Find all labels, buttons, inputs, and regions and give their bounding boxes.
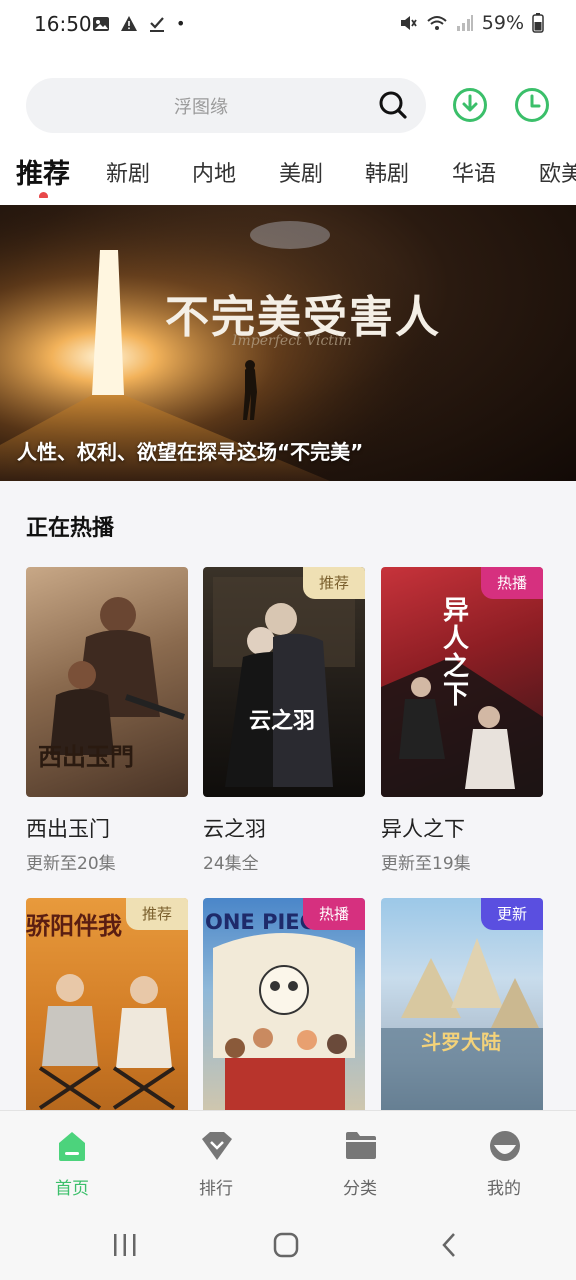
recommend-badge: 推荐 xyxy=(303,567,365,599)
home-icon xyxy=(59,1132,85,1161)
show-episodes: 更新至19集 xyxy=(381,854,471,874)
history-icon[interactable] xyxy=(514,87,550,123)
active-tab-indicator xyxy=(39,192,48,198)
show-episodes: 更新至20集 xyxy=(26,854,116,874)
back-icon[interactable] xyxy=(440,1232,458,1258)
tab-western[interactable]: 欧美 xyxy=(539,156,576,188)
home-button-icon[interactable] xyxy=(273,1232,299,1258)
featured-banner[interactable]: 不完美受害人 Imperfect Victim 人性、权利、欲望在探寻这场“不完… xyxy=(0,205,576,481)
profile-icon xyxy=(490,1131,520,1161)
search-placeholder: 浮图缘 xyxy=(174,97,228,118)
nav-home[interactable]: 首页 xyxy=(22,1111,122,1209)
nav-ranking-label: 排行 xyxy=(199,1179,233,1199)
tab-mainland[interactable]: 内地 xyxy=(192,156,236,188)
show-title: 异人之下 xyxy=(381,817,465,841)
top-area: 浮图缘 推荐 新剧 内地 美剧 韩剧 华语 欧美 xyxy=(0,50,576,205)
folder-icon xyxy=(346,1132,376,1159)
nav-home-label: 首页 xyxy=(55,1179,89,1199)
battery-percent: 59% xyxy=(481,12,524,34)
download-icon[interactable] xyxy=(452,87,488,123)
status-bar: 16:50 • 59% xyxy=(0,0,576,50)
show-poster: 西出玉門 xyxy=(26,567,188,797)
status-time: 16:50 xyxy=(34,12,92,36)
nav-profile[interactable]: 我的 xyxy=(454,1111,554,1209)
search-box[interactable]: 浮图缘 xyxy=(26,78,426,133)
hot-badge: 热播 xyxy=(481,567,543,599)
show-poster: ONE PIECE 热播 xyxy=(203,898,365,1128)
search-icon[interactable] xyxy=(378,90,408,120)
banner-subtitle: Imperfect Victim xyxy=(232,333,352,349)
banner-caption: 人性、权利、欲望在探寻这场“不完美” xyxy=(17,440,364,464)
bottom-nav: 首页 排行 分类 我的 xyxy=(0,1110,576,1208)
checkmark-icon xyxy=(150,16,164,32)
tab-us[interactable]: 美剧 xyxy=(279,156,323,188)
status-notification-icons: • xyxy=(92,14,185,33)
section-title: 正在热播 xyxy=(26,516,115,541)
recent-apps-icon[interactable] xyxy=(112,1233,138,1257)
poster-title: 云之羽 xyxy=(249,708,316,734)
status-dot: • xyxy=(176,14,186,33)
nav-category[interactable]: 分类 xyxy=(310,1111,410,1209)
new-badge: 更新 xyxy=(481,898,543,930)
tab-new[interactable]: 新剧 xyxy=(106,156,150,188)
tab-chinese[interactable]: 华语 xyxy=(452,156,496,188)
signal-icon xyxy=(456,15,473,31)
battery-icon xyxy=(532,13,544,33)
poster-title: 异人之下 xyxy=(443,596,470,710)
ranking-icon xyxy=(202,1132,232,1160)
show-episodes: 24集全 xyxy=(203,854,259,874)
show-poster: 异人之下 热播 xyxy=(381,567,543,797)
show-poster: 骄阳伴我 推荐 xyxy=(26,898,188,1128)
nav-category-label: 分类 xyxy=(343,1179,377,1199)
nav-profile-label: 我的 xyxy=(487,1179,521,1199)
nav-ranking[interactable]: 排行 xyxy=(166,1111,266,1209)
category-tabs: 推荐 新剧 内地 美剧 韩剧 华语 欧美 xyxy=(0,148,576,198)
show-title: 西出玉门 xyxy=(26,817,110,841)
mute-icon xyxy=(400,16,417,30)
system-nav-bar xyxy=(0,1208,576,1280)
poster-title: 骄阳伴我 xyxy=(26,911,122,940)
wifi-icon xyxy=(427,16,447,30)
hot-badge: 热播 xyxy=(303,898,365,930)
tab-recommend[interactable]: 推荐 xyxy=(16,152,70,191)
show-poster: 斗罗大陆 更新 xyxy=(381,898,543,1128)
status-right: 59% xyxy=(398,12,544,34)
image-icon xyxy=(93,16,109,31)
poster-title: 西出玉門 xyxy=(38,742,134,771)
poster-art xyxy=(381,938,543,1128)
show-title: 云之羽 xyxy=(203,817,266,841)
warning-icon xyxy=(121,15,137,31)
tab-korean[interactable]: 韩剧 xyxy=(365,156,409,188)
poster-title: 斗罗大陆 xyxy=(421,1030,501,1054)
recommend-badge: 推荐 xyxy=(126,898,188,930)
poster-art xyxy=(213,577,355,787)
show-poster: 云之羽 推荐 xyxy=(203,567,365,797)
